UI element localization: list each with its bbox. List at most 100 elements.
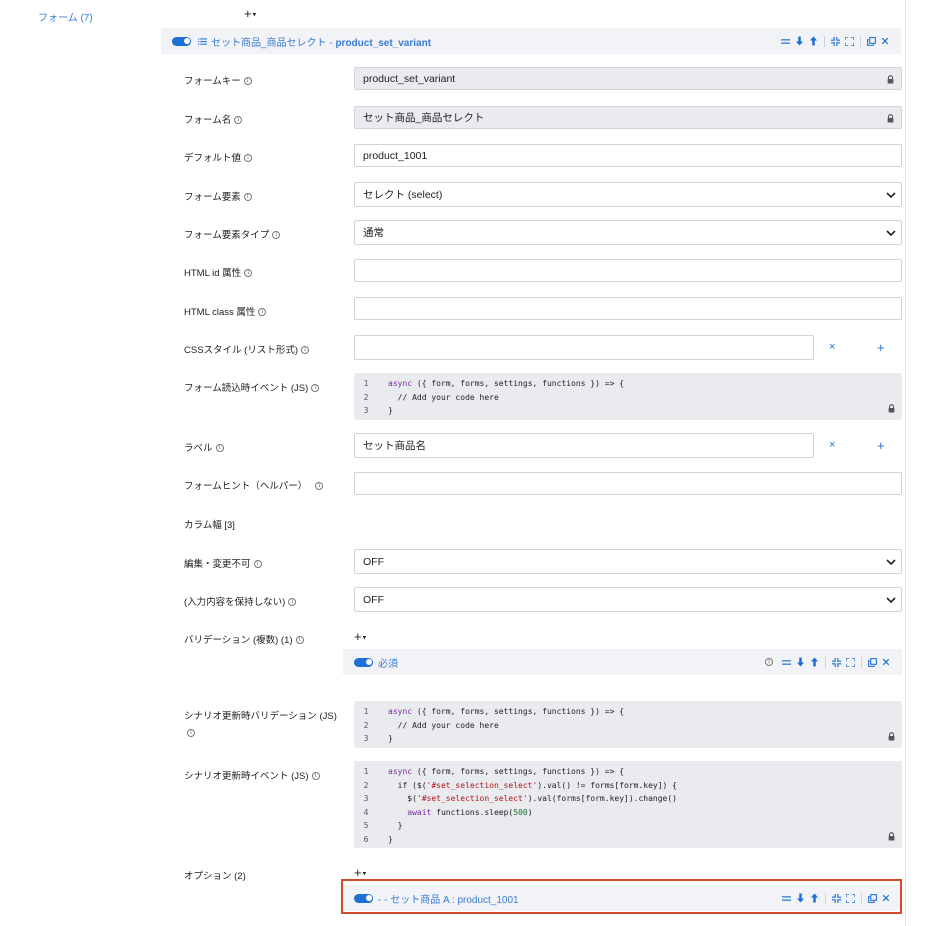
- info-icon: i: [301, 346, 310, 355]
- no-retain-label: (入力内容を保持しない) i: [184, 594, 297, 608]
- line-number: 1: [363, 707, 369, 716]
- validation-link[interactable]: バリデーション (複数) (1) i: [184, 632, 304, 646]
- line-number: 2: [363, 392, 369, 402]
- clear-css-style-button[interactable]: ×: [829, 341, 835, 353]
- info-icon: i: [258, 308, 267, 317]
- toolbar-divider: [825, 656, 826, 668]
- non-editable-select[interactable]: OFF: [354, 549, 902, 574]
- label-field-label: ラベル i: [184, 440, 224, 454]
- info-icon: i: [253, 560, 262, 569]
- info-icon: i: [311, 384, 320, 393]
- info-icon: i: [288, 598, 297, 607]
- add-label-button[interactable]: +: [877, 438, 885, 453]
- default-value-input[interactable]: product_1001: [354, 144, 902, 167]
- html-class-input[interactable]: [354, 297, 902, 320]
- line-number: 4: [363, 807, 369, 817]
- form-name-field[interactable]: セット商品_商品セレクト: [354, 106, 902, 129]
- line-number: 2: [363, 720, 369, 730]
- css-style-label: CSSスタイル (リスト形式) i: [184, 342, 310, 356]
- code-line: }: [388, 834, 393, 844]
- collapse-icon[interactable]: [831, 37, 840, 46]
- form-panel-title[interactable]: セット商品_商品セレクト - product_set_variant: [211, 34, 431, 49]
- label-input[interactable]: セット商品名: [354, 433, 814, 458]
- toolbar-divider: [861, 656, 862, 668]
- plus-icon: +: [354, 865, 363, 880]
- drag-handle-icon[interactable]: [782, 658, 791, 667]
- arrow-up-icon[interactable]: [809, 36, 818, 46]
- toggle-icon[interactable]: [354, 657, 373, 667]
- lock-icon: [887, 832, 896, 841]
- expand-icon[interactable]: [846, 658, 855, 667]
- plus-icon: +: [354, 629, 363, 644]
- line-number: 1: [363, 379, 369, 388]
- scenario-event-code-editor[interactable]: 1 2 3 4 5 6 async ({ form, forms, settin…: [354, 761, 902, 848]
- code-line: async ({ form, forms, settings, function…: [388, 379, 625, 388]
- collapse-icon[interactable]: [832, 658, 841, 667]
- form-element-type-label: フォーム要素タイプ i: [184, 227, 281, 241]
- html-id-input[interactable]: [354, 259, 902, 282]
- caret-down-icon: ▾: [362, 634, 368, 642]
- no-retain-select[interactable]: OFF: [354, 587, 902, 612]
- info-icon: i: [187, 729, 195, 737]
- form-panel-header: セット商品_商品セレクト - product_set_variant: [161, 28, 901, 54]
- form-key-field[interactable]: product_set_variant: [354, 67, 902, 90]
- forms-section-link[interactable]: フォーム (7): [38, 9, 93, 24]
- info-icon: i: [272, 231, 281, 240]
- scenario-event-label: シナリオ更新時イベント (JS) i: [184, 768, 320, 782]
- form-element-label: フォーム要素 i: [184, 189, 252, 203]
- info-icon: i: [234, 116, 243, 125]
- arrow-up-icon[interactable]: [810, 657, 819, 667]
- info-icon: i: [295, 636, 304, 645]
- add-option-menu[interactable]: +▾: [354, 865, 367, 880]
- form-element-select[interactable]: セレクト (select): [354, 182, 902, 207]
- code-line: }: [388, 734, 393, 743]
- scenario-validation-code-editor[interactable]: 1 2 3 async ({ form, forms, settings, fu…: [354, 701, 902, 748]
- copy-icon[interactable]: [868, 658, 877, 667]
- arrow-down-icon[interactable]: [796, 657, 805, 667]
- lock-icon: [886, 114, 895, 123]
- lock-icon: [887, 404, 896, 413]
- panel-toolbar: [781, 28, 889, 54]
- form-hint-label: フォームヒント（ヘルパー） i: [184, 478, 324, 492]
- add-validation-menu[interactable]: +▾: [354, 629, 367, 644]
- copy-icon[interactable]: [867, 37, 876, 46]
- add-form-menu[interactable]: +▾: [244, 6, 257, 21]
- form-hint-input[interactable]: [354, 472, 902, 495]
- html-class-label: HTML class 属性 i: [184, 304, 267, 318]
- plus-icon: +: [244, 6, 253, 21]
- chevron-down-icon: [885, 227, 897, 239]
- line-number: 2: [363, 780, 369, 790]
- code-line: $('#set_selection_select').val(forms[for…: [388, 794, 677, 803]
- info-icon: i: [765, 658, 773, 666]
- line-number: 6: [363, 834, 369, 844]
- form-element-type-select[interactable]: 通常: [354, 220, 902, 245]
- code-line: if ($('#set_selection_select').val() != …: [388, 780, 677, 790]
- options-link[interactable]: オプション (2): [184, 868, 246, 882]
- on-load-code-editor[interactable]: 1 2 3 async ({ form, forms, settings, fu…: [354, 373, 902, 420]
- form-name-label: フォーム名 i: [184, 112, 243, 126]
- line-number: 3: [363, 794, 369, 803]
- toggle-icon[interactable]: [172, 36, 191, 46]
- form-key-label: フォームキー i: [184, 73, 252, 87]
- line-number: 1: [363, 767, 369, 776]
- close-icon[interactable]: [882, 658, 890, 666]
- clear-label-button[interactable]: ×: [829, 439, 835, 451]
- add-css-style-button[interactable]: +: [877, 340, 885, 355]
- css-style-input[interactable]: [354, 335, 814, 360]
- info-icon: i: [215, 444, 224, 453]
- info-icon: i: [315, 482, 324, 491]
- arrow-down-icon[interactable]: [795, 36, 804, 46]
- on-load-event-label: フォーム読込時イベント (JS) i: [184, 380, 320, 394]
- expand-icon[interactable]: [845, 37, 854, 46]
- validation-item-title[interactable]: 必須: [378, 655, 398, 670]
- validation-item-header: 必須 i: [343, 649, 902, 675]
- default-value-label: デフォルト値 i: [184, 150, 253, 164]
- code-line: }: [388, 821, 403, 830]
- info-icon: i: [244, 154, 253, 163]
- line-number: 3: [363, 406, 369, 415]
- non-editable-label: 編集・変更不可 i: [184, 556, 262, 570]
- close-icon[interactable]: [881, 37, 889, 45]
- lock-icon: [887, 732, 896, 741]
- drag-handle-icon[interactable]: [781, 37, 790, 46]
- column-width-link[interactable]: カラム幅 [3]: [184, 517, 235, 531]
